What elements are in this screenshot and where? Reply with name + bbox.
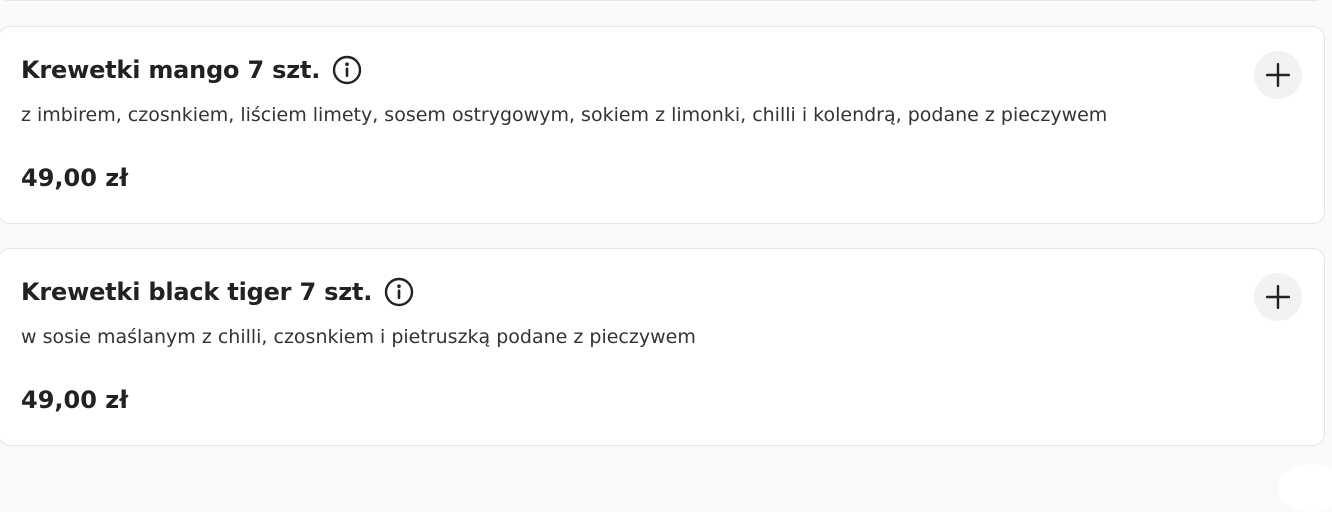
menu-item-card[interactable]: Krewetki black tiger 7 szt. w sosie maśl… <box>0 248 1325 446</box>
add-to-cart-button[interactable] <box>1254 273 1302 321</box>
menu-item-description: z imbirem, czosnkiem, liściem limety, so… <box>21 104 1108 126</box>
menu-item-name: Krewetki mango 7 szt. <box>21 56 321 84</box>
plus-icon <box>1263 60 1293 90</box>
add-to-cart-button[interactable] <box>1254 51 1302 99</box>
plus-icon <box>1263 282 1293 312</box>
floating-button-edge <box>1278 464 1332 512</box>
menu-item-price: 49,00 zł <box>21 386 129 414</box>
previous-menu-item-card <box>0 0 1325 1</box>
info-icon[interactable] <box>384 277 414 307</box>
menu-item-price: 49,00 zł <box>21 164 129 192</box>
menu-item-header: Krewetki black tiger 7 szt. <box>21 277 414 307</box>
menu-item-header: Krewetki mango 7 szt. <box>21 55 362 85</box>
menu-item-name: Krewetki black tiger 7 szt. <box>21 278 373 306</box>
menu-item-card[interactable]: Krewetki mango 7 szt. z imbirem, czosnki… <box>0 26 1325 224</box>
menu-item-description: w sosie maślanym z chilli, czosnkiem i p… <box>21 326 696 348</box>
info-icon[interactable] <box>332 55 362 85</box>
